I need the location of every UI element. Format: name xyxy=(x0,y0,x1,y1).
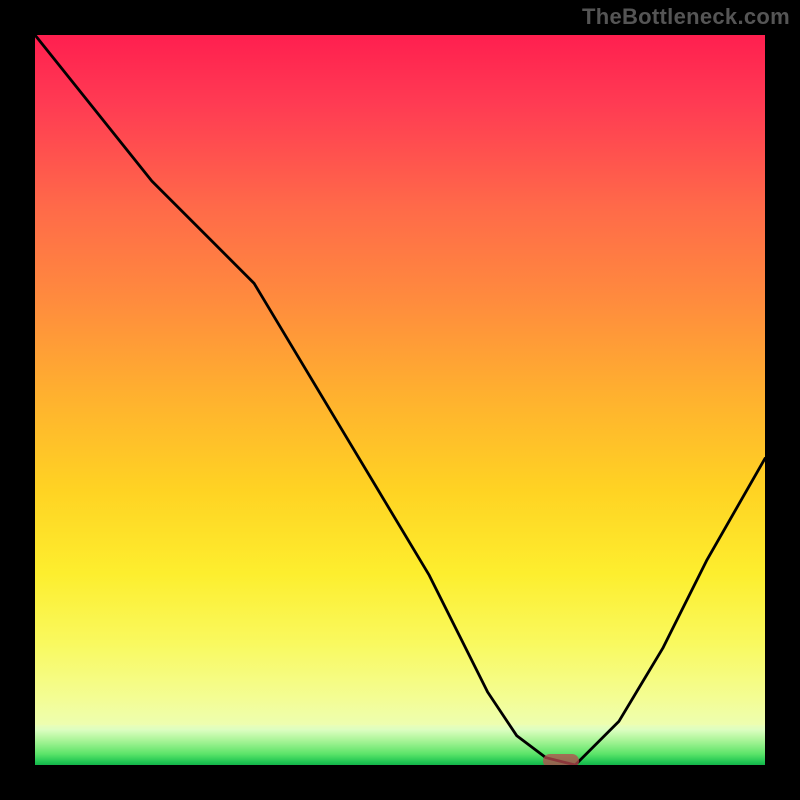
bottleneck-curve xyxy=(35,35,765,765)
watermark-text: TheBottleneck.com xyxy=(582,4,790,30)
plot-area xyxy=(35,35,765,765)
chart-frame: TheBottleneck.com xyxy=(0,0,800,800)
optimal-marker xyxy=(543,754,579,765)
curve-layer xyxy=(35,35,765,765)
